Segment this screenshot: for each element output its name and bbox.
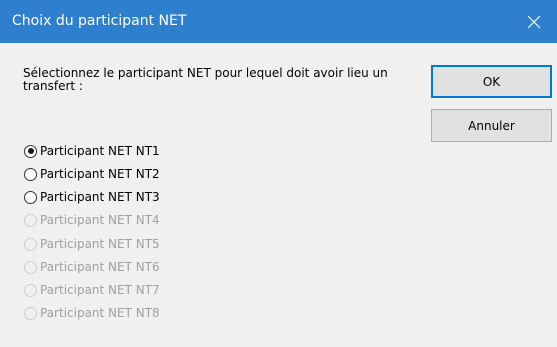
instruction-text: Sélectionnez le participant NET pour leq… bbox=[23, 66, 388, 93]
radio-label: Participant NET NT2 bbox=[40, 167, 160, 181]
radio-button-icon bbox=[24, 167, 37, 181]
radio-option-nt3[interactable]: Participant NET NT3 bbox=[24, 189, 160, 205]
radio-button-icon bbox=[24, 260, 37, 274]
radio-option-nt2[interactable]: Participant NET NT2 bbox=[24, 166, 160, 182]
radio-label: Participant NET NT6 bbox=[40, 260, 160, 274]
window-title: Choix du participant NET bbox=[12, 13, 187, 29]
radio-label: Participant NET NT7 bbox=[40, 283, 160, 297]
radio-button-icon bbox=[24, 306, 37, 320]
radio-label: Participant NET NT1 bbox=[40, 144, 160, 158]
dialog-body: Sélectionnez le participant NET pour leq… bbox=[0, 43, 557, 347]
radio-button-icon bbox=[24, 237, 37, 251]
radio-button-icon bbox=[24, 190, 37, 204]
close-icon bbox=[527, 15, 541, 28]
radio-label: Participant NET NT5 bbox=[40, 237, 160, 251]
radio-option-nt5: Participant NET NT5 bbox=[24, 236, 160, 252]
radio-option-nt8: Participant NET NT8 bbox=[24, 305, 160, 321]
radio-label: Participant NET NT8 bbox=[40, 306, 160, 320]
radio-option-nt1[interactable]: Participant NET NT1 bbox=[24, 143, 160, 159]
cancel-button[interactable]: Annuler bbox=[431, 109, 552, 142]
radio-label: Participant NET NT4 bbox=[40, 213, 160, 227]
radio-button-icon bbox=[24, 213, 37, 227]
close-button[interactable] bbox=[511, 0, 557, 43]
ok-button[interactable]: OK bbox=[431, 65, 552, 98]
radio-option-nt6: Participant NET NT6 bbox=[24, 259, 160, 275]
radio-option-nt4: Participant NET NT4 bbox=[24, 212, 160, 228]
title-bar: Choix du participant NET bbox=[0, 0, 557, 43]
radio-option-nt7: Participant NET NT7 bbox=[24, 282, 160, 298]
radio-button-icon bbox=[24, 283, 37, 297]
radio-label: Participant NET NT3 bbox=[40, 190, 160, 204]
radio-button-icon bbox=[24, 144, 37, 158]
